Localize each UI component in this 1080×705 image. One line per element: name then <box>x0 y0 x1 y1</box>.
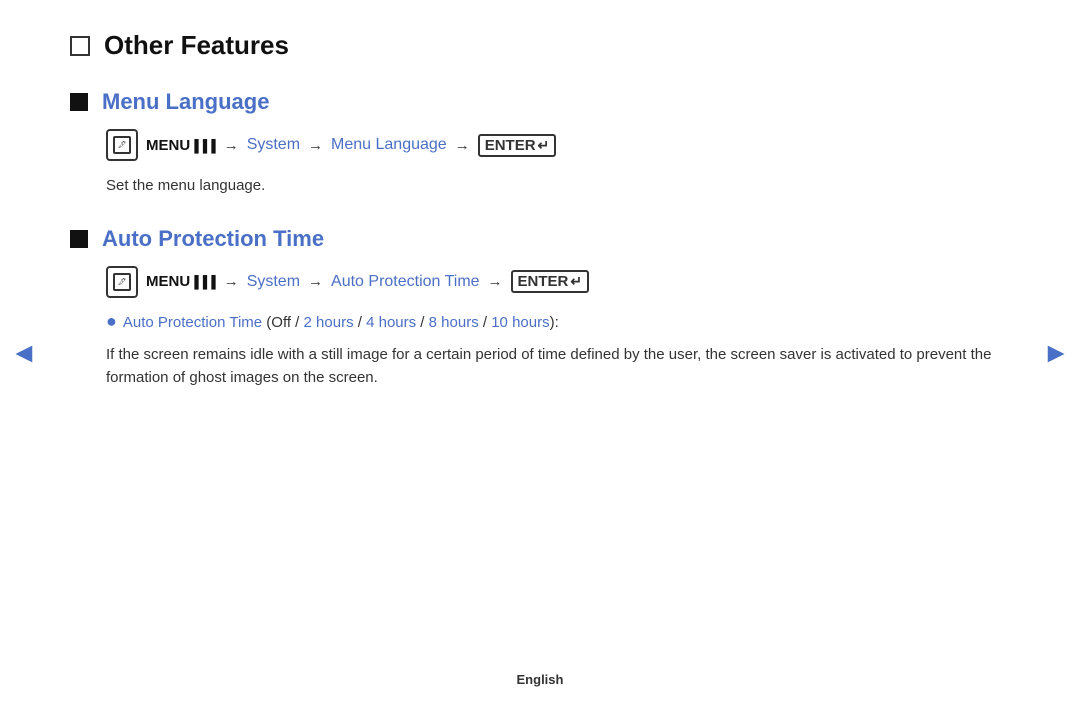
section-title-menu-language: Menu Language <box>102 89 269 115</box>
menu-arrow-1c: → <box>455 137 470 154</box>
section-menu-language: Menu Language 🖋 MENU▐▐▐ → System → Menu … <box>70 89 1010 198</box>
section-header-menu-language: Menu Language <box>70 89 1010 115</box>
option-10h: 10 hours <box>491 314 549 331</box>
enter-button-2: ENTER↵ <box>511 270 590 293</box>
enter-label-2: ENTER <box>518 273 569 290</box>
section-header-auto-protection: Auto Protection Time <box>70 226 1010 252</box>
option-4h: 4 hours <box>366 314 416 331</box>
enter-label-1: ENTER <box>485 137 536 154</box>
menu-path-1: 🖋 MENU▐▐▐ → System → Menu Language → ENT… <box>70 129 1010 161</box>
enter-return-icon-2: ↵ <box>570 273 582 290</box>
menu-icon-1: 🖋 <box>106 129 138 161</box>
menu-icon-inner-1: 🖋 <box>113 136 131 154</box>
menu-link-auto-protection: Auto Protection Time <box>331 273 480 291</box>
footer-language: English <box>0 672 1080 687</box>
menu-label-1: MENU▐▐▐ <box>146 137 216 154</box>
nav-arrow-left[interactable]: ◄ <box>10 337 38 369</box>
menu-arrow-2a: → <box>224 273 239 290</box>
option-off: Off <box>271 314 291 331</box>
menu-arrow-2c: → <box>488 273 503 290</box>
description-menu-language: Set the menu language. <box>70 175 1010 198</box>
menu-arrow-1b: → <box>308 137 323 154</box>
section-bullet-1 <box>70 93 88 111</box>
menu-icon-2: 🖋 <box>106 266 138 298</box>
section-auto-protection: Auto Protection Time 🖋 MENU▐▐▐ → System … <box>70 226 1010 390</box>
section-bullet-2 <box>70 230 88 248</box>
enter-return-icon-1: ↵ <box>538 137 550 154</box>
sep2: / <box>354 314 367 331</box>
page-title-row: Other Features <box>70 30 1010 61</box>
bullet-item-auto-protection: ● Auto Protection Time (Off / 2 hours / … <box>70 312 1010 335</box>
option-8h: 8 hours <box>429 314 479 331</box>
option-2h: 2 hours <box>304 314 354 331</box>
enter-button-1: ENTER↵ <box>478 134 557 157</box>
description-auto-protection: If the screen remains idle with a still … <box>70 344 1010 389</box>
menu-link-system-2: System <box>247 273 300 291</box>
bullet-dot: ● <box>106 312 117 330</box>
auto-protection-link: Auto Protection Time <box>123 314 262 331</box>
options-suffix: ): <box>550 314 559 331</box>
menu-icon-inner-2: 🖋 <box>113 273 131 291</box>
menu-link-system-1: System <box>247 136 300 154</box>
page-wrapper: Other Features Menu Language 🖋 MENU▐▐▐ →… <box>0 0 1080 705</box>
nav-arrow-right[interactable]: ► <box>1042 337 1070 369</box>
bullet-text-auto-protection: Auto Protection Time (Off / 2 hours / 4 … <box>123 312 559 335</box>
sep3: / <box>416 314 429 331</box>
page-title-checkbox <box>70 36 90 56</box>
menu-link-menu-language: Menu Language <box>331 136 447 154</box>
section-title-auto-protection: Auto Protection Time <box>102 226 324 252</box>
menu-arrow-2b: → <box>308 273 323 290</box>
menu-arrow-1a: → <box>224 137 239 154</box>
menu-label-2: MENU▐▐▐ <box>146 273 216 290</box>
menu-path-2: 🖋 MENU▐▐▐ → System → Auto Protection Tim… <box>70 266 1010 298</box>
footer-language-label: English <box>517 672 564 687</box>
page-title: Other Features <box>104 30 289 61</box>
sep4: / <box>479 314 492 331</box>
sep1: / <box>291 314 304 331</box>
